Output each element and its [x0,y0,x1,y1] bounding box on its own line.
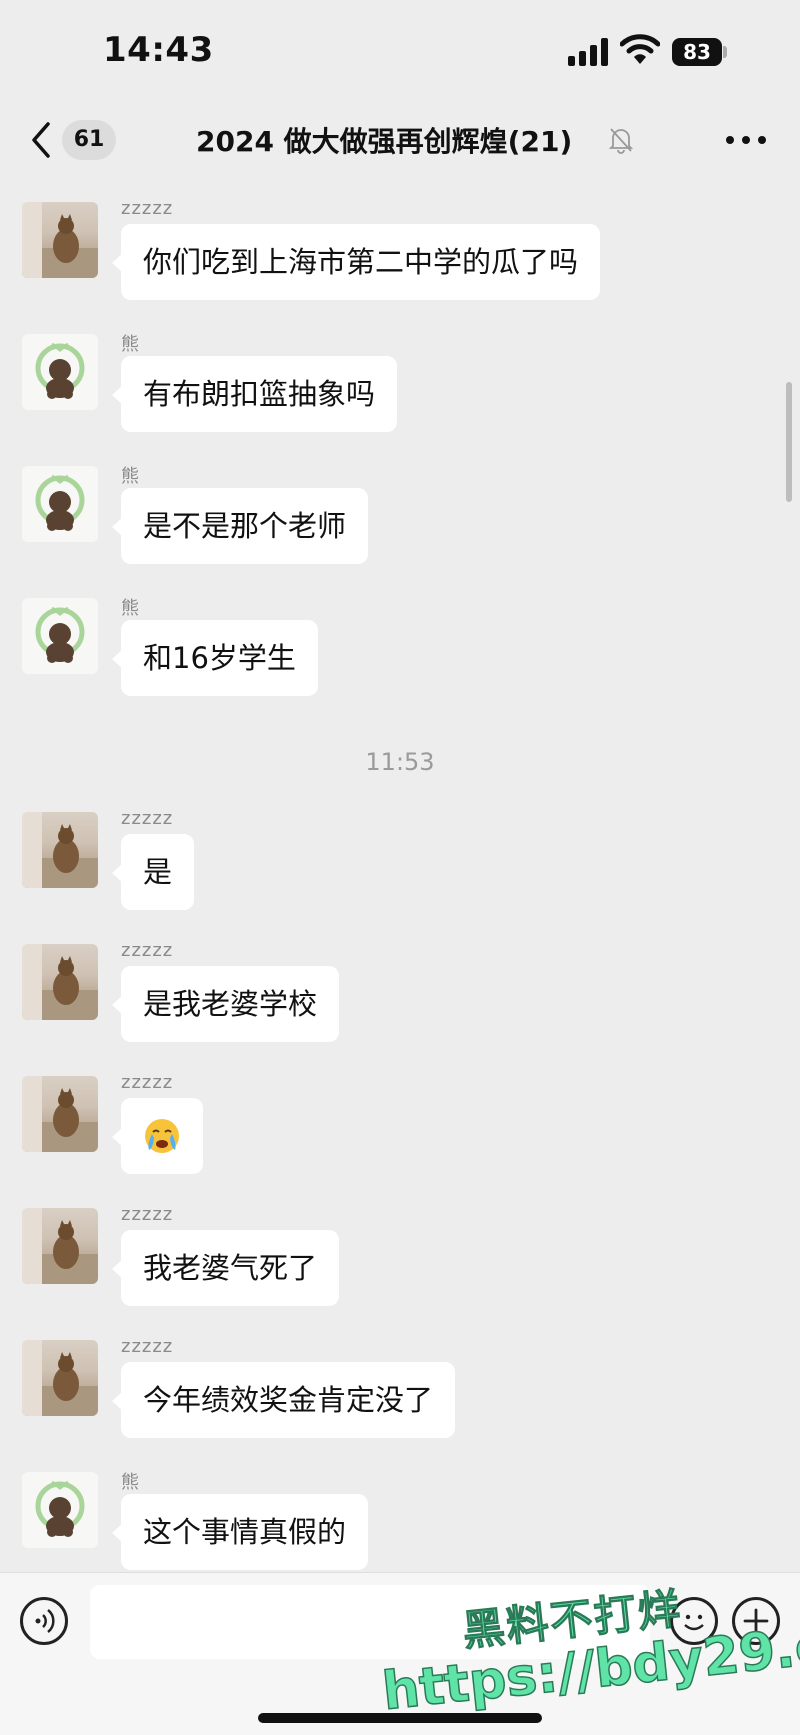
bell-off-icon [608,128,634,154]
message-bubble[interactable]: 你们吃到上海市第二中学的瓜了吗 [111,224,601,300]
unread-count-badge[interactable]: 61 [62,120,116,160]
message-bubble[interactable]: 今年绩效奖金肯定没了 [111,1362,456,1438]
chat-title: 2024 做大做强再创辉煌(21) [196,125,573,158]
sender-name: zzzzz [121,1072,174,1093]
time-divider: 11:53 [365,748,435,776]
sender-name: 熊 [121,598,140,619]
avatar-cat[interactable] [22,1340,98,1416]
message-bubble[interactable]: 有布朗扣篮抽象吗 [111,356,398,432]
sender-name: zzzzz [121,198,174,219]
sender-name: 熊 [121,466,140,487]
avatar-cat[interactable] [22,1208,98,1284]
emoji-icon[interactable] [670,1597,718,1645]
message-bubble[interactable]: 是我老婆学校 [111,966,340,1042]
avatar-bear[interactable] [22,1472,98,1548]
status-time: 14:43 [103,30,214,70]
sender-name: zzzzz [121,808,174,829]
avatar-cat[interactable] [22,812,98,888]
avatar-bear[interactable] [22,334,98,410]
chevron-left-icon[interactable] [26,118,56,162]
input-bar [0,1572,800,1735]
home-indicator[interactable] [258,1713,542,1723]
message-list: zzzzz 你们吃到上海市第二中学的瓜了吗 熊 有布朗扣篮抽象吗 熊 是不是那个… [0,182,800,1572]
sender-name: 熊 [121,1472,140,1493]
sender-name: zzzzz [121,1336,174,1357]
plus-icon[interactable] [732,1597,780,1645]
avatar-cat[interactable] [22,202,98,278]
cellular-signal-icon [568,38,610,66]
message-bubble[interactable]: 我老婆气死了 [111,1230,340,1306]
message-bubble[interactable]: 这个事情真假的 [111,1494,369,1570]
voice-icon[interactable] [20,1597,68,1645]
sender-name: 熊 [121,334,140,355]
message-bubble[interactable]: 和16岁学生 [112,620,318,696]
message-bubble[interactable]: 是不是那个老师 [111,488,369,564]
crying-face-icon [145,1119,179,1153]
sender-name: zzzzz [121,1204,174,1225]
wifi-icon [620,34,660,64]
avatar-cat[interactable] [22,944,98,1020]
avatar-bear[interactable] [22,466,98,542]
battery-icon [723,46,727,58]
status-bar: 14:43 83 [0,0,800,100]
more-dots-icon[interactable] [726,136,768,146]
sender-name: zzzzz [121,940,174,961]
avatar-bear[interactable] [22,598,98,674]
chat-header: 61 2024 做大做强再创辉煌(21) [0,100,800,182]
message-input[interactable] [90,1585,650,1659]
message-bubble[interactable]: 是 [111,834,195,910]
message-bubble-emoji[interactable] [112,1098,203,1174]
avatar-cat[interactable] [22,1076,98,1152]
battery-level: 83 [672,38,722,66]
